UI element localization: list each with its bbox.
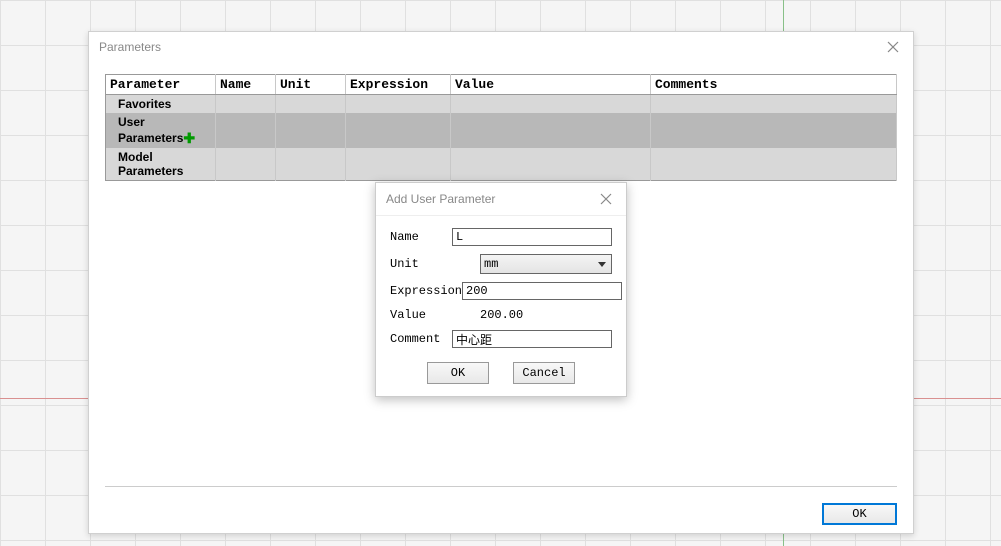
col-header-value[interactable]: Value (451, 75, 651, 95)
plus-icon[interactable]: ✚ (183, 130, 195, 146)
table-cell[interactable] (216, 95, 276, 114)
add-param-body: Name Unit mm Expression Value 200.00 Com… (376, 216, 626, 396)
row-label[interactable]: Favorites (106, 95, 216, 114)
label-name: Name (390, 230, 452, 244)
name-input[interactable] (452, 228, 612, 246)
row-name: Name (390, 228, 612, 246)
table-row[interactable]: Favorites (106, 95, 897, 114)
add-user-parameter-dialog: Add User Parameter Name Unit mm Expressi… (375, 182, 627, 397)
col-header-comments[interactable]: Comments (651, 75, 897, 95)
table-cell[interactable] (346, 113, 451, 148)
col-header-parameter[interactable]: Parameter (106, 75, 216, 95)
parameters-title: Parameters (99, 40, 161, 54)
table-cell[interactable] (651, 148, 897, 181)
expression-input[interactable] (462, 282, 622, 300)
close-icon[interactable] (596, 189, 616, 209)
label-expression: Expression (390, 284, 462, 298)
col-header-expression[interactable]: Expression (346, 75, 451, 95)
comment-input[interactable] (452, 330, 612, 348)
value-display: 200.00 (480, 308, 523, 322)
table-cell[interactable] (216, 113, 276, 148)
add-param-title: Add User Parameter (386, 192, 495, 206)
col-header-name[interactable]: Name (216, 75, 276, 95)
ok-button[interactable]: OK (427, 362, 489, 384)
table-cell[interactable] (216, 148, 276, 181)
close-icon[interactable] (883, 37, 903, 57)
table-cell[interactable] (276, 113, 346, 148)
parameters-titlebar: Parameters (89, 32, 913, 62)
col-header-unit[interactable]: Unit (276, 75, 346, 95)
add-param-titlebar: Add User Parameter (376, 183, 626, 216)
label-value: Value (390, 308, 480, 322)
ok-button[interactable]: OK (822, 503, 897, 525)
table-cell[interactable] (346, 148, 451, 181)
table-header-row: Parameter Name Unit Expression Value Com… (106, 75, 897, 95)
row-unit: Unit mm (390, 254, 612, 274)
table-cell[interactable] (651, 95, 897, 114)
unit-select-value: mm (484, 257, 498, 271)
row-comment: Comment (390, 330, 612, 348)
table-cell[interactable] (651, 113, 897, 148)
row-value: Value 200.00 (390, 308, 612, 322)
label-comment: Comment (390, 332, 452, 346)
table-cell[interactable] (451, 148, 651, 181)
parameters-table: Parameter Name Unit Expression Value Com… (105, 74, 897, 181)
label-unit: Unit (390, 257, 480, 271)
table-cell[interactable] (451, 95, 651, 114)
table-cell[interactable] (346, 95, 451, 114)
table-row[interactable]: Model Parameters (106, 148, 897, 181)
row-label[interactable]: User Parameters✚ (106, 113, 216, 148)
row-label[interactable]: Model Parameters (106, 148, 216, 181)
table-cell[interactable] (276, 148, 346, 181)
table-cell[interactable] (276, 95, 346, 114)
table-cell[interactable] (451, 113, 651, 148)
add-param-footer: OK Cancel (390, 356, 612, 386)
cancel-button[interactable]: Cancel (513, 362, 575, 384)
table-row[interactable]: User Parameters✚ (106, 113, 897, 148)
unit-select[interactable]: mm (480, 254, 612, 274)
parameters-footer: OK (89, 495, 913, 533)
row-expression: Expression (390, 282, 612, 300)
